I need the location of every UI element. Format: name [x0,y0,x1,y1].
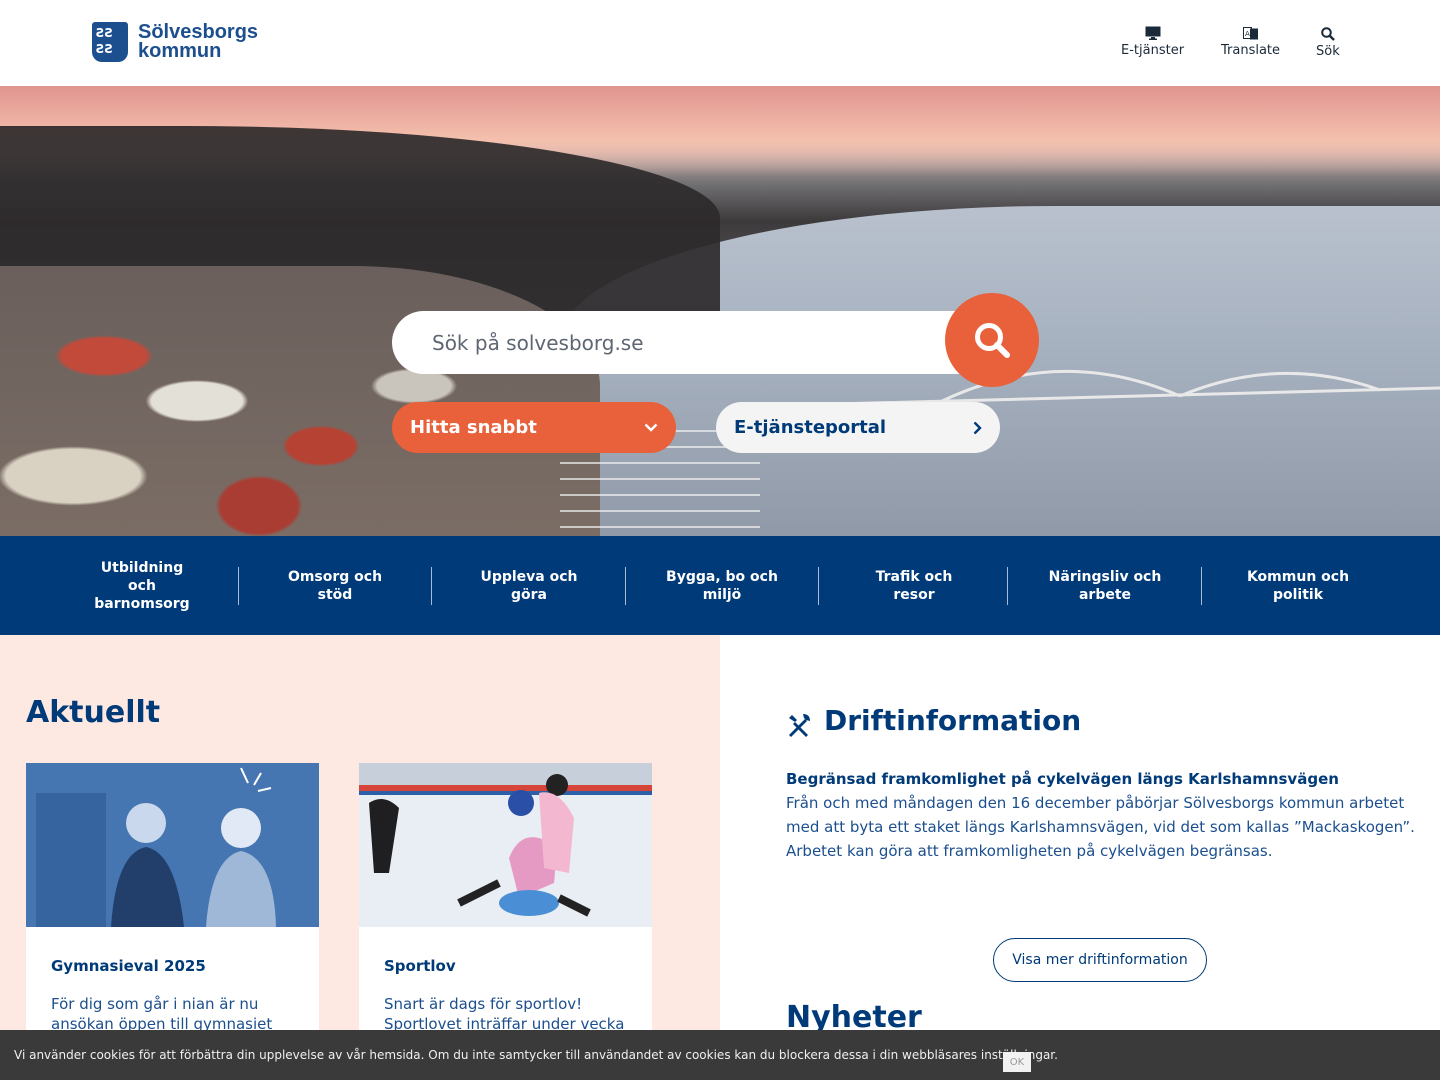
nav-item-traffic[interactable]: Trafik och resor [864,536,964,635]
hero-town [0,266,600,536]
card-text: För dig som går i nian är nu ansökan öpp… [51,995,273,1033]
crest-icon: ƧƧ ƧƧ [92,22,128,62]
search-icon [975,323,1010,358]
nav-item-education[interactable]: Utbildning och barnomsorg [90,536,194,635]
nav-item-build[interactable]: Bygga, bo och miljö [662,536,782,635]
nav-divider [431,567,432,605]
hero-search-input[interactable] [432,311,952,374]
cookie-ok-button[interactable]: OK [1003,1052,1031,1072]
logo-text: Sölvesborgs kommun [138,21,259,62]
e-services-link[interactable]: E-tjänster [1121,26,1184,58]
translate-icon: A [1242,27,1258,40]
nav-item-experience[interactable]: Uppleva och göra [474,536,584,635]
tools-icon [789,714,810,737]
hero-search-button[interactable] [945,293,1039,387]
nav-divider [818,567,819,605]
nav-item-business[interactable]: Näringsliv och arbete [1044,536,1166,635]
chevron-right-icon [973,421,982,434]
translate-link[interactable]: A Translate [1221,27,1280,58]
site-logo[interactable]: ƧƧ ƧƧ Sölvesborgs kommun [92,22,258,62]
drift-title: Driftinformation [824,704,1082,737]
card-title: Gymnasieval 2025 [51,957,206,975]
card-image [26,763,319,927]
card-image [359,763,652,927]
chevron-down-icon [644,423,658,432]
quick-find-dropdown[interactable]: Hitta snabbt [392,402,676,453]
card-text: Snart är dags för sportlov! Sportlovet i… [384,995,625,1033]
drift-body: Från och med måndagen den 16 december på… [786,794,1415,860]
main-navigation: Utbildning och barnomsorg Omsorg och stö… [0,536,1440,635]
nav-divider [1201,567,1202,605]
svg-text:A: A [1245,30,1250,38]
nav-item-care[interactable]: Omsorg och stöd [280,536,390,635]
more-drift-button[interactable]: Visa mer driftinformation [993,938,1207,982]
site-header: ƧƧ ƧƧ Sölvesborgs kommun E-tjänster A Tr… [0,0,1440,86]
drift-headline-link[interactable]: Begränsad framkomlighet på cykelvägen lä… [786,770,1339,788]
cookie-banner: Vi använder cookies för att förbättra di… [0,1030,1440,1080]
aktuellt-title: Aktuellt [26,695,161,730]
monitor-icon [1145,26,1161,40]
nav-item-municipality[interactable]: Kommun och politik [1240,536,1356,635]
nav-divider [1007,567,1008,605]
e-service-portal-button[interactable]: E-tjänsteportal [716,402,1000,453]
search-icon [1321,27,1335,41]
hero-search-box [392,311,992,374]
nav-divider [625,567,626,605]
search-link[interactable]: Sök [1316,27,1340,59]
nav-divider [238,567,239,605]
card-title: Sportlov [384,957,456,975]
cookie-text: Vi använder cookies för att förbättra di… [14,1048,1058,1062]
hero-banner: Hitta snabbt E-tjänsteportal [0,86,1440,536]
